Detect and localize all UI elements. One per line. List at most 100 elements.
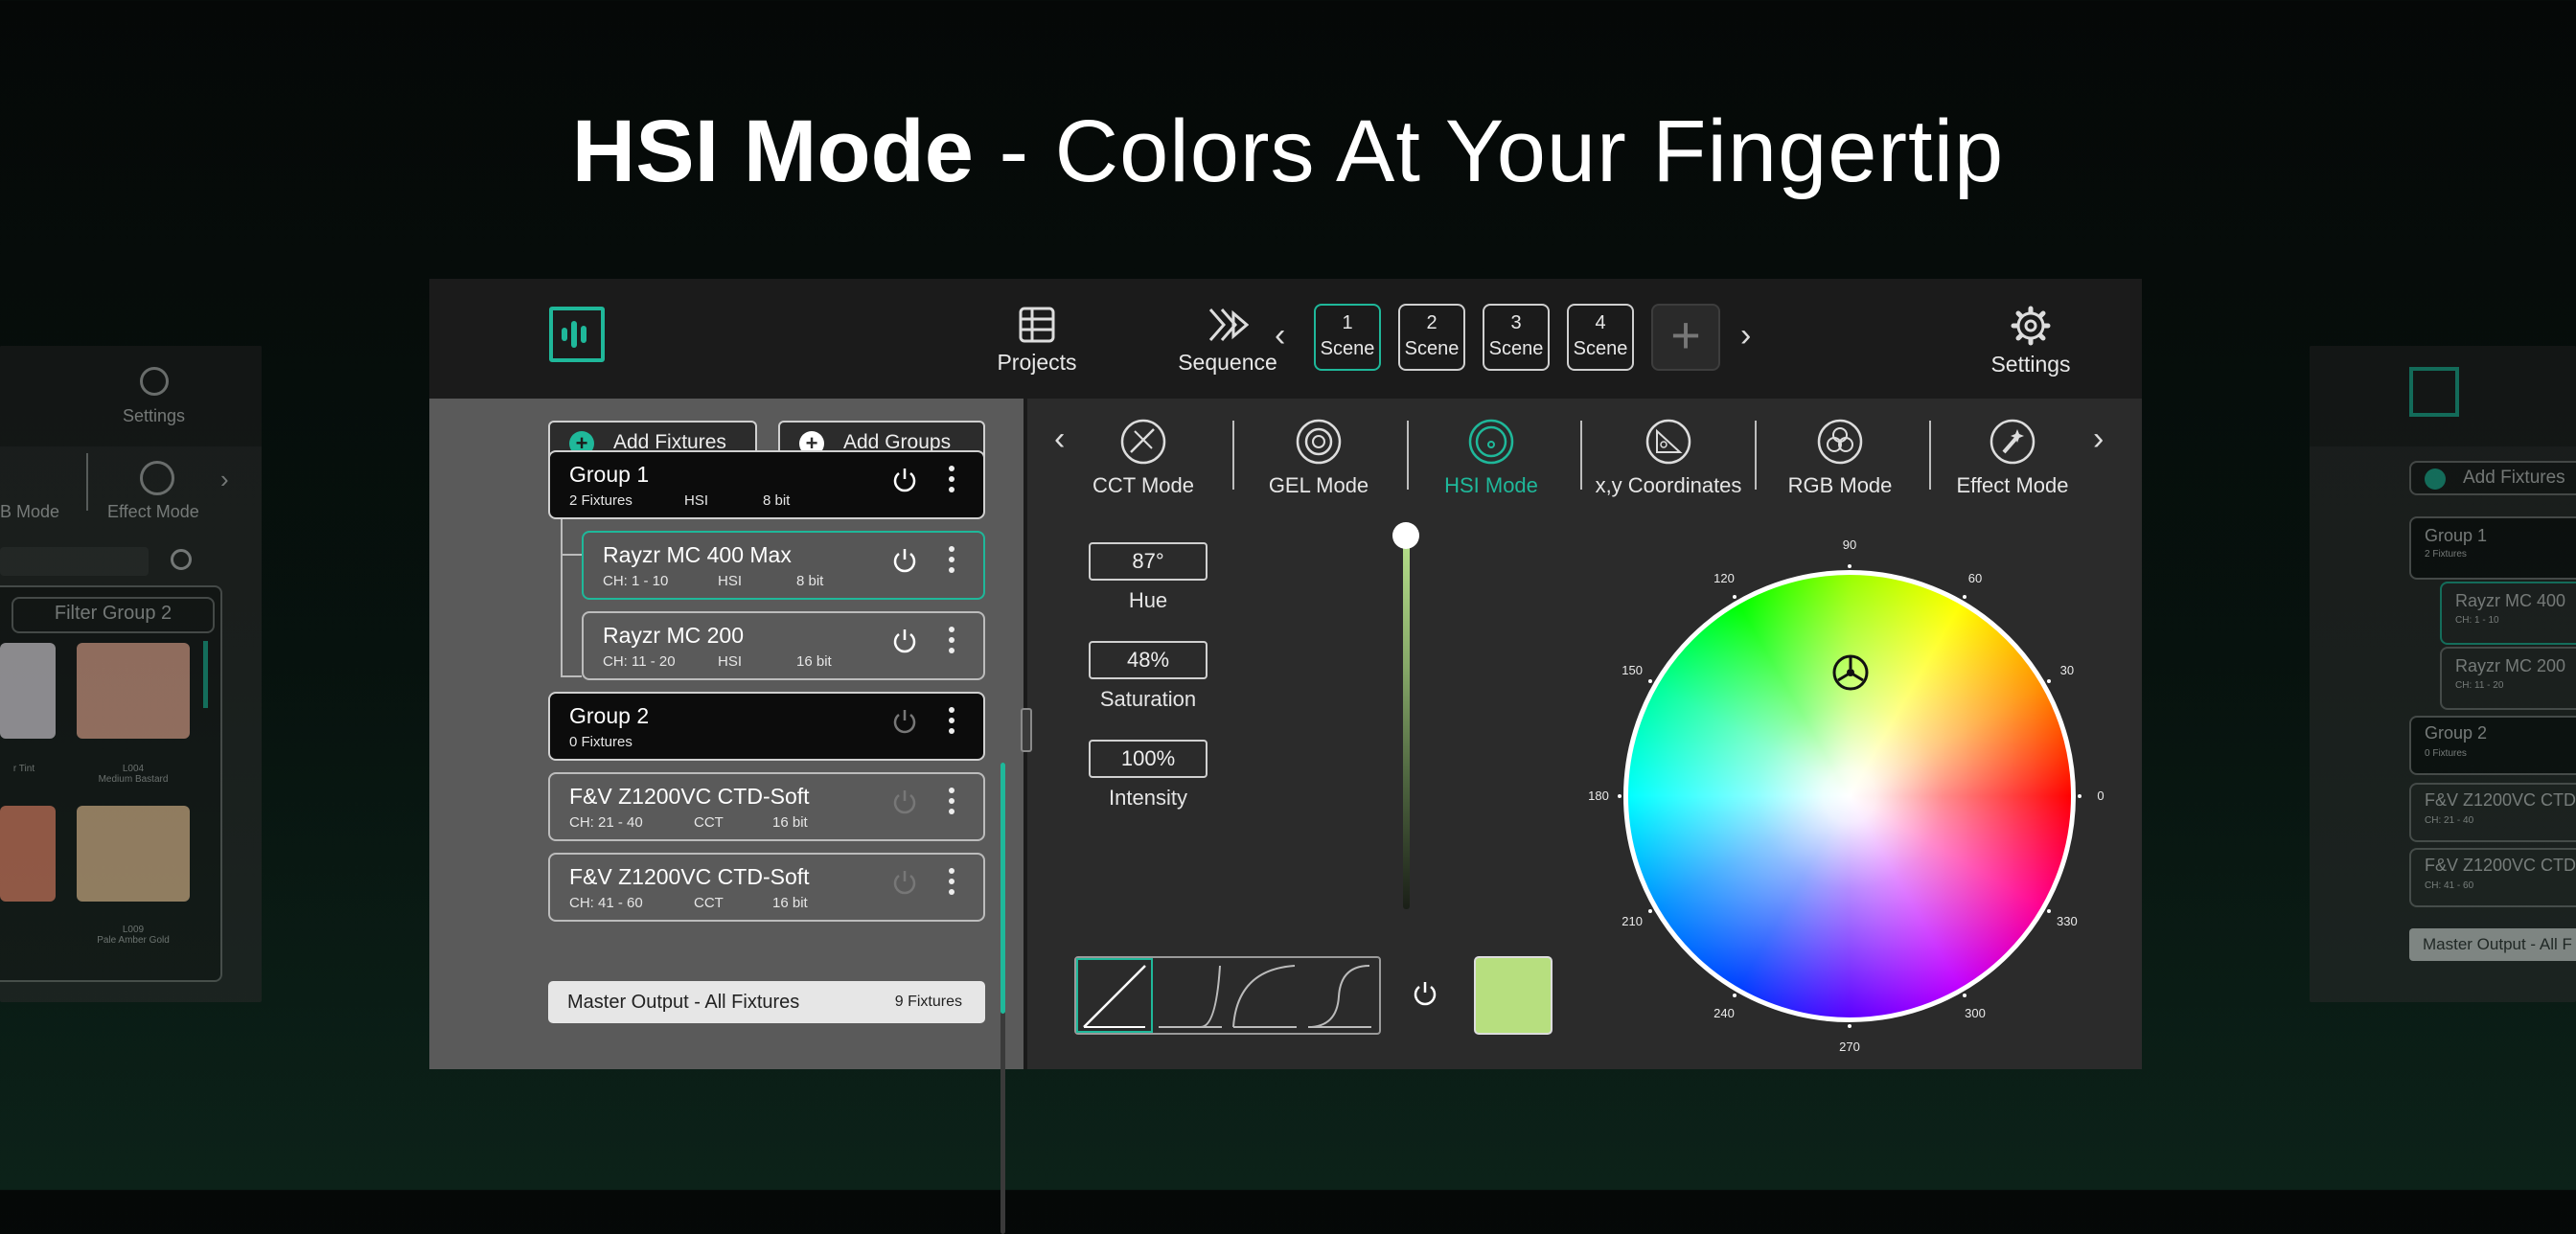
more-menu-icon[interactable] [949,868,954,900]
app-logo-icon[interactable] [549,307,605,362]
ghost-left-search-field [0,547,149,576]
headline: HSI Mode - Colors At Your Fingertip [0,99,2576,204]
intensity-slider-track[interactable] [1403,536,1410,909]
intensity-label: Intensity [1109,786,1187,810]
mode-rgb[interactable]: RGB Mode [1759,418,1921,498]
output-power-icon[interactable] [1411,979,1439,1008]
power-icon[interactable] [890,546,919,575]
fixture-row-4[interactable]: F&V Z1200VC CTD-Soft CH: 41 - 60 CCT 16 … [548,853,985,922]
ghost-right-row-3-name: Rayzr MC 200 [2455,656,2566,675]
fixtures-scrollbar[interactable] [1000,763,1005,1014]
projects-button[interactable]: Projects [974,306,1100,376]
linear-curve-icon [1083,965,1146,1028]
mode-gel[interactable]: GEL Mode [1237,418,1400,498]
scene-4-number: 4 [1595,312,1606,333]
scene-3-label: Scene [1488,338,1544,359]
tree-connector-branch-2 [561,675,582,677]
scenes-prev-chevron-icon[interactable]: ‹ [1275,319,1285,352]
panel-resize-handle[interactable] [1021,708,1032,752]
ghost-left-swatch-2 [77,643,190,739]
fixture-row-3[interactable]: F&V Z1200VC CTD-Soft CH: 21 - 40 CCT 16 … [548,772,985,841]
scene-button-2[interactable]: 2 Scene [1398,304,1465,371]
row-bits: 16 bit [796,653,832,670]
more-menu-icon[interactable] [949,707,954,739]
hue-field[interactable]: 87° [1089,542,1208,581]
row-name: F&V Z1200VC CTD-Soft [569,864,810,889]
fixture-row-2[interactable]: Rayzr MC 200 CH: 11 - 20 HSI 16 bit [582,611,985,680]
scene-button-4[interactable]: 4 Scene [1567,304,1634,371]
power-icon[interactable] [890,627,919,655]
intensity-value: 100% [1120,746,1176,770]
wheel-degree-label: 120 [1714,571,1735,586]
settings-button[interactable]: Settings [1968,306,2093,377]
ghost-right-row-5-name: F&V Z1200VC CTD [2425,790,2576,810]
headline-rest: - Colors At Your Fingertip [973,103,2005,200]
row-mode: CCT [694,895,724,911]
ghost-left-swatch-label-1: r Tint [12,764,35,774]
curve-s-curve[interactable] [1302,958,1379,1033]
scene-button-1[interactable]: 1 Scene [1314,304,1381,371]
fixture-row-1[interactable]: Rayzr MC 400 Max CH: 1 - 10 HSI 8 bit [582,531,985,600]
mode-cct[interactable]: CCT Mode [1062,418,1225,498]
mode-hsi[interactable]: HSI Mode [1410,418,1573,498]
ghost-left-swatch-label-4: L009 Pale Amber Gold [97,925,170,946]
wheel-tick [1963,595,1966,600]
color-picker-handle[interactable] [1831,653,1870,692]
more-menu-icon[interactable] [949,627,954,658]
ghost-right-row-2-sub: CH: 1 - 10 [2455,615,2499,626]
color-wheel-area: 90 60 30 0 330 300 270 240 210 180 150 120 [1582,529,2119,1054]
master-output-bar[interactable]: Master Output - All Fixtures 9 Fixtures [548,981,985,1023]
dimming-curves [1074,956,1381,1035]
scene-2-number: 2 [1426,312,1438,333]
master-output-count: 9 Fixtures [894,994,962,1010]
more-menu-icon[interactable] [949,466,954,497]
group-row-1[interactable]: Group 1 2 Fixtures HSI 8 bit [548,450,985,519]
row-bits: 8 bit [763,492,791,509]
mode-effect[interactable]: Effect Mode [1931,418,2094,498]
ghost-left-chevron-icon: › [220,465,229,493]
power-icon[interactable] [890,466,919,494]
ghost-left-swatch-4 [77,806,190,902]
row-mode: HSI [718,573,743,589]
hsi-color-wheel[interactable] [1623,570,2076,1022]
scenes-next-chevron-icon[interactable]: › [1740,319,1751,352]
mode-rgb-label: RGB Mode [1787,473,1893,497]
wheel-degree-label: 240 [1714,1005,1735,1020]
wheel-degree-label: 90 [1842,537,1857,552]
intensity-slider-knob[interactable] [1392,522,1419,549]
intensity-field[interactable]: 100% [1089,740,1208,778]
square-curve-icon [1159,965,1222,1028]
tree-connector-branch-1 [561,554,582,556]
ghost-right-add-label: Add Fixtures [2463,468,2565,488]
mode-separator [1407,421,1409,490]
curve-inverse-square[interactable] [1228,958,1302,1033]
saturation-field[interactable]: 48% [1089,641,1208,679]
scene-button-3[interactable]: 3 Scene [1483,304,1550,371]
wheel-tick [1648,679,1653,683]
ghost-right-row-3-sub: CH: 11 - 20 [2455,680,2504,691]
more-menu-icon[interactable] [949,788,954,819]
top-bar: Projects Sequence ‹ 1 Scene 2 Scene 3 Sc… [429,279,2142,399]
curve-square[interactable] [1153,958,1228,1033]
power-icon[interactable] [890,868,919,897]
add-scene-button[interactable]: + [1651,304,1720,371]
inverse-square-curve-icon [1232,965,1297,1028]
ghost-left-effect-icon [140,461,174,495]
scene-3-number: 3 [1510,312,1522,333]
settings-label: Settings [1990,352,2071,377]
wheel-tick [2046,679,2051,683]
row-mode: HSI [684,492,709,509]
power-icon[interactable] [890,707,919,736]
wheel-tick [1618,794,1622,798]
ghost-left-mode-sep [86,453,88,511]
modes-next-chevron-icon[interactable]: › [2093,423,2104,455]
ghost-right-row-4-name: Group 2 [2425,723,2488,743]
power-icon[interactable] [890,788,919,816]
row-channels: 0 Fixtures [569,734,632,750]
mode-xy[interactable]: x,y Coordinates [1582,418,1755,498]
more-menu-icon[interactable] [949,546,954,578]
ghost-right-master: Master Output - All F [2409,928,2576,961]
wheel-tick [1733,993,1736,997]
curve-linear[interactable] [1076,958,1153,1033]
group-row-2[interactable]: Group 2 0 Fixtures [548,692,985,761]
